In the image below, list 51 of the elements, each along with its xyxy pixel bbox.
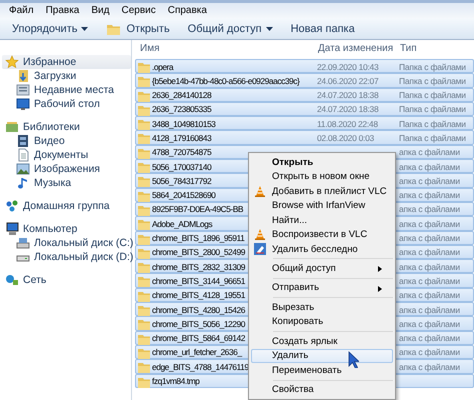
file-name: {b5ebe14b-47bb-48c0-a566-e0929aacc39c} (152, 76, 300, 86)
file-type: Папка с файлами (399, 132, 466, 143)
file-type: апка с файлами (399, 162, 460, 172)
file-type: апка с файлами (399, 318, 460, 329)
date-modified: 22.09.2020 10:43 (317, 62, 378, 72)
file-name: 5864_2041528690 (152, 190, 216, 200)
file-type: апка с файлами (399, 347, 460, 358)
date-modified: 24.07.2020 18:38 (317, 104, 378, 114)
file-name: chrome_url_fetcher_2636_ (152, 347, 242, 358)
file-name: edge_BITS_4788_14476119 (152, 362, 249, 372)
file-name: 5056_784317792 (152, 176, 212, 186)
file-name: chrome_BITS_2800_52499 (152, 247, 245, 258)
file-type: апка с файлами (399, 333, 460, 344)
file-type: апка с файлами (399, 362, 460, 372)
file-type: апка с файлами (399, 176, 460, 186)
file-name: chrome_BITS_2832_31309 (152, 262, 245, 272)
file-name: 3488_1049810153 (152, 118, 216, 129)
file-name: chrome_BITS_4280_15426 (152, 304, 245, 315)
file-name: 2636_284140128 (152, 90, 212, 100)
file-name: 5056_170037140 (152, 162, 212, 172)
file-name: chrome_BITS_5864_69142 (152, 333, 245, 344)
file-type: апка с файлами (399, 262, 460, 272)
file-type: апка с файлами (399, 147, 460, 158)
date-modified: 11.08.2020 22:48 (317, 118, 378, 129)
file-name: 2636_723805335 (152, 104, 212, 114)
file-name: fzq1vm84.tmp (152, 376, 200, 386)
date-modified: 24.06.2020 22:07 (317, 76, 378, 86)
file-type: апка с файлами (399, 304, 460, 315)
file-name: 8925F9B7-D0EA-49C5-BB (152, 204, 244, 214)
file-type: Папка с файлами (399, 118, 466, 129)
file-type: апка с файлами (399, 218, 460, 229)
file-name: 4128_179160843 (152, 132, 212, 143)
file-name: chrome_BITS_1896_95911 (152, 233, 244, 244)
date-modified: 24.07.2020 18:38 (317, 90, 378, 100)
file-type: апка с файлами (399, 190, 460, 200)
file-type: апка с файлами (399, 204, 460, 214)
file-name: Adobe_ADMLogs (152, 218, 212, 229)
file-name: chrome_BITS_4128_19551 (152, 290, 245, 300)
file-type: Папка с файлами (399, 62, 466, 72)
file-type: Папка с файлами (399, 76, 466, 86)
file-type: Папка с файлами (399, 104, 466, 114)
date-modified: 02.08.2020 0:03 (317, 132, 374, 143)
file-type: апка с файлами (399, 233, 460, 244)
file-name: chrome_BITS_3144_96651 (152, 276, 245, 286)
file-type: апка с файлами (399, 290, 460, 300)
file-type: апка с файлами (399, 247, 460, 258)
file-name: 4788_720754875 (152, 147, 212, 158)
file-type: апка с файлами (399, 276, 460, 286)
file-type: Папка с файлами (399, 90, 466, 100)
file-name: .opera (152, 62, 174, 72)
file-name: chrome_BITS_5056_12290 (152, 318, 245, 329)
